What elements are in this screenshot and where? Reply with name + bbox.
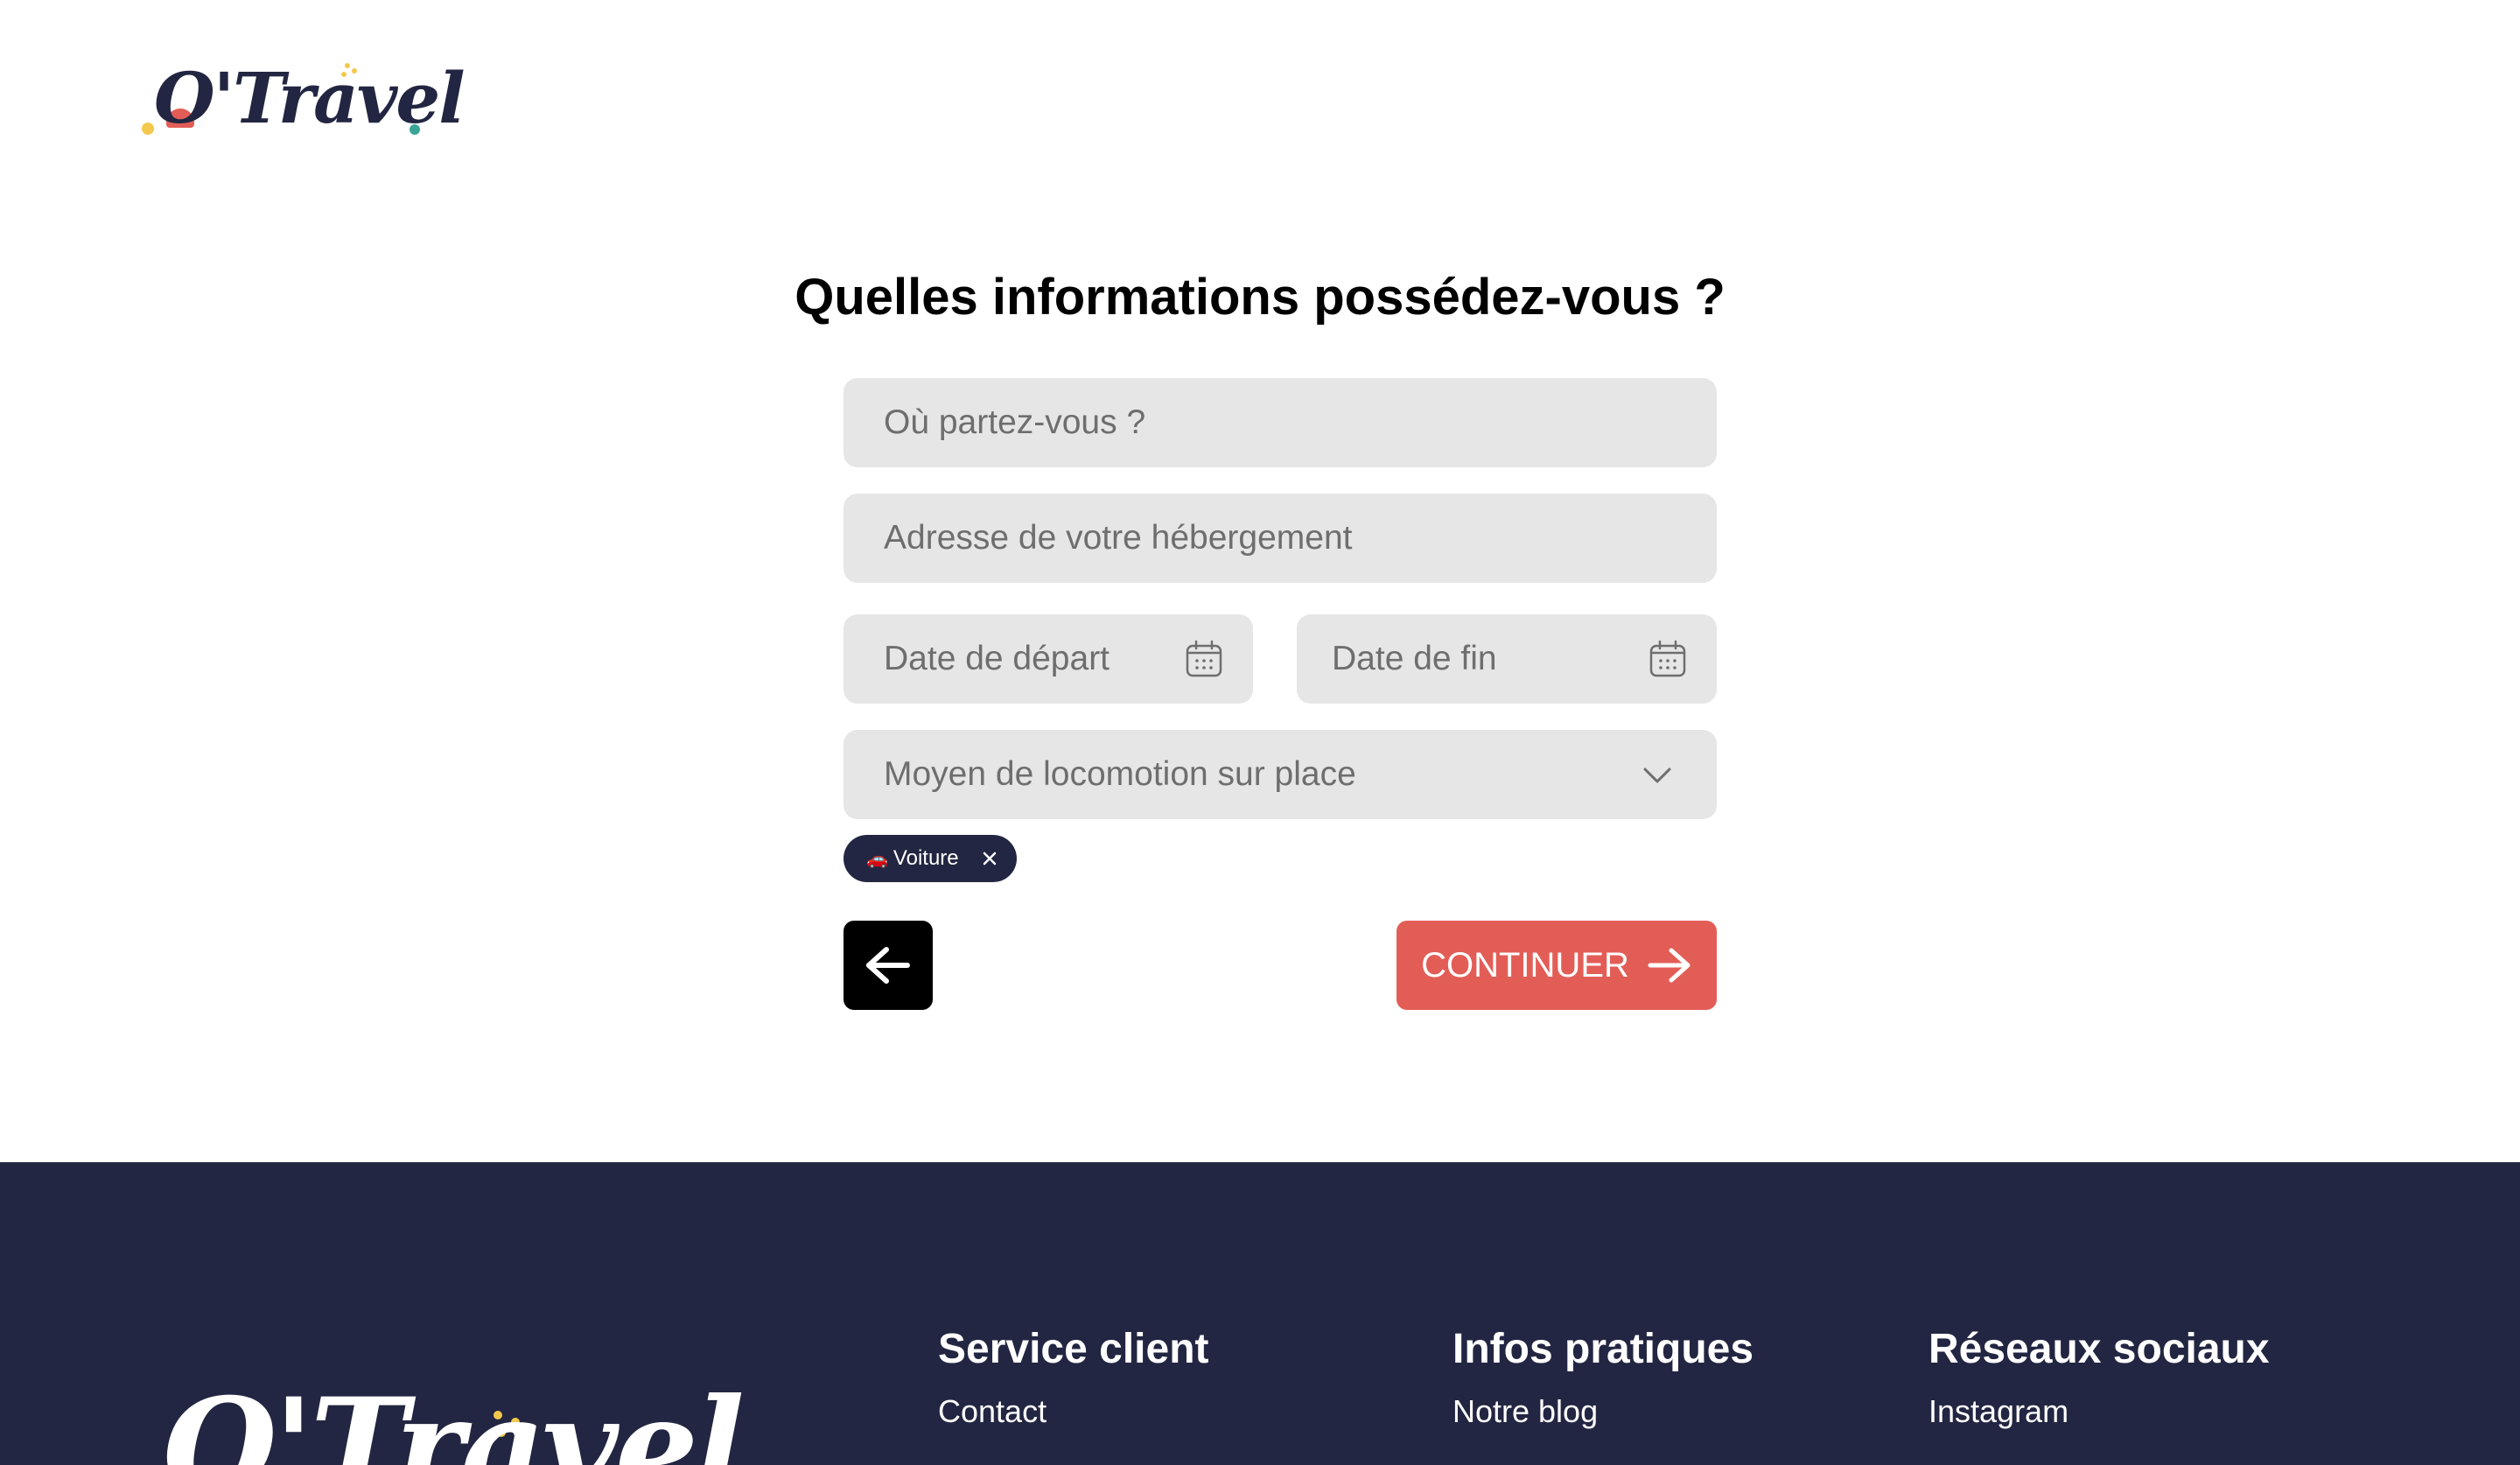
logo-dot-yellow: [142, 123, 154, 135]
accommodation-input[interactable]: Adresse de votre hébergement: [844, 494, 1717, 583]
calendar-icon[interactable]: [1185, 640, 1223, 678]
footer-heading: Service client: [938, 1326, 1209, 1372]
footer-column-service-client: Service client Contact: [938, 1323, 1209, 1430]
back-button[interactable]: [844, 921, 933, 1010]
footer-link-blog[interactable]: Notre blog: [1452, 1393, 1754, 1430]
footer-link-contact[interactable]: Contact: [938, 1393, 1209, 1430]
end-date-input[interactable]: Date de fin: [1297, 614, 1717, 704]
footer: O'Travel Service client Contact Infos pr…: [0, 1162, 2520, 1465]
logo-text: O'Travel: [154, 57, 466, 139]
continue-label: CONTINUER: [1421, 945, 1629, 985]
car-icon: 🚗: [866, 848, 888, 869]
calendar-icon[interactable]: [1648, 640, 1687, 678]
destination-placeholder: Où partez-vous ?: [884, 403, 1146, 441]
footer-column-reseaux-sociaux: Réseaux sociaux Instagram: [1928, 1323, 2270, 1430]
transport-select[interactable]: Moyen de locomotion sur place: [844, 730, 1717, 819]
transport-chip-voiture: 🚗 Voiture: [844, 835, 1017, 882]
transport-placeholder: Moyen de locomotion sur place: [884, 755, 1356, 793]
arrow-left-icon: [866, 947, 910, 984]
end-date-placeholder: Date de fin: [1332, 640, 1497, 677]
destination-input[interactable]: Où partez-vous ?: [844, 378, 1717, 467]
chevron-down-icon: [1643, 768, 1671, 783]
footer-logo[interactable]: O'Travel: [163, 1381, 745, 1465]
footer-column-infos-pratiques: Infos pratiques Notre blog: [1452, 1323, 1754, 1430]
accommodation-placeholder: Adresse de votre hébergement: [884, 519, 1353, 557]
close-icon[interactable]: [980, 849, 999, 868]
page-title: Quelles informations possédez-vous ?: [794, 269, 1726, 326]
header-logo[interactable]: O'Travel: [140, 54, 466, 142]
footer-heading: Réseaux sociaux: [1928, 1326, 2270, 1372]
chip-label: Voiture: [892, 846, 959, 870]
footer-heading: Infos pratiques: [1452, 1326, 1754, 1372]
continue-button[interactable]: CONTINUER: [1396, 921, 1717, 1010]
start-date-input[interactable]: Date de départ: [844, 614, 1253, 704]
arrow-right-icon: [1648, 948, 1690, 983]
footer-link-instagram[interactable]: Instagram: [1928, 1393, 2270, 1430]
start-date-placeholder: Date de départ: [884, 640, 1110, 677]
